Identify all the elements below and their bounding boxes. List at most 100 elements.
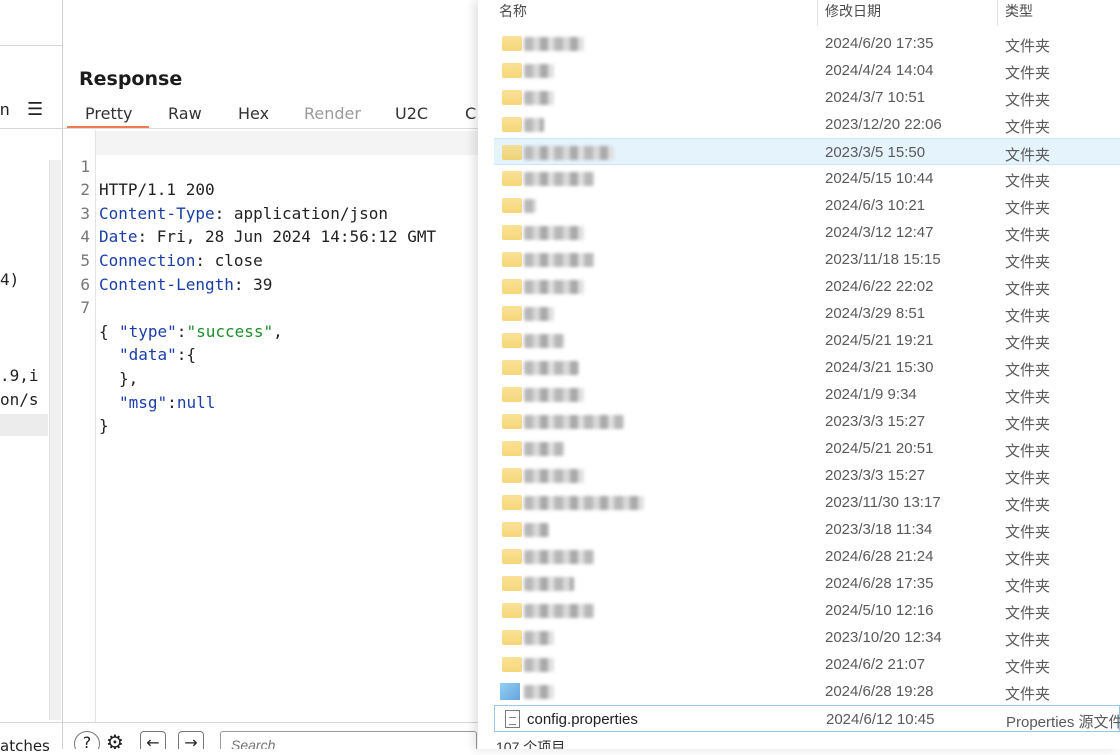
modified-date: 2024/6/12 10:45	[826, 711, 935, 728]
file-type: 文件夹	[1005, 227, 1051, 244]
folder-icon	[502, 171, 522, 186]
folder-row[interactable]: 2024/5/21 20:51 文件夹	[494, 435, 1120, 462]
help-button[interactable]: ?	[74, 731, 100, 749]
divider	[0, 128, 62, 129]
divider	[63, 722, 478, 723]
folder-row[interactable]: 2023/3/3 15:27 文件夹	[494, 462, 1120, 489]
back-button[interactable]: ←	[140, 731, 166, 749]
folder-icon	[502, 414, 522, 429]
modified-date: 2024/1/9 9:34	[825, 386, 917, 403]
code-line: }	[63, 391, 478, 435]
column-header-date[interactable]: 修改日期	[825, 0, 881, 26]
request-text-fragment: on/s	[0, 390, 39, 409]
file-explorer: 名称 修改日期 类型 2024/6/20 17:35 文件夹 2024/4/24 1…	[478, 0, 1120, 749]
tab-c[interactable]: C	[465, 104, 476, 123]
folder-row[interactable]: 2023/11/18 15:15 文件夹	[494, 246, 1120, 273]
file-type: 文件夹	[1005, 416, 1051, 433]
folder-row[interactable]: 2024/6/2 21:07 文件夹	[494, 651, 1120, 678]
folder-row[interactable]: 2024/1/9 9:34 文件夹	[494, 381, 1120, 408]
folder-row[interactable]: 2024/6/28 19:28 文件夹	[494, 678, 1120, 705]
modified-date: 2023/3/3 15:27	[825, 413, 926, 430]
file-type: 文件夹	[1005, 443, 1051, 460]
code-line: 4 Connection: close	[63, 202, 478, 270]
tab-raw[interactable]: Raw	[168, 104, 202, 123]
folder-row[interactable]: 2024/3/12 12:47 文件夹	[494, 219, 1120, 246]
tab-u2c[interactable]: U2C	[395, 104, 428, 123]
response-title: Response	[79, 68, 183, 90]
code-line: 3 Date: Fri, 28 Jun 2024 14:56:12 GMT	[63, 178, 478, 247]
folder-row[interactable]: 2024/6/20 17:35 文件夹	[494, 30, 1120, 57]
folder-icon	[502, 549, 522, 564]
folder-row[interactable]: 2024/6/3 10:21 文件夹	[494, 192, 1120, 219]
redacted-name	[524, 523, 549, 537]
folder-row[interactable]: 2024/6/22 22:02 文件夹	[494, 273, 1120, 300]
modified-date: 2024/5/21 19:21	[825, 332, 934, 349]
modified-date: 2024/5/21 20:51	[825, 440, 934, 457]
column-separator[interactable]	[817, 0, 818, 26]
column-header-name[interactable]: 名称	[499, 0, 527, 26]
folder-icon	[502, 36, 522, 51]
folder-row[interactable]: 2023/10/20 12:34 文件夹	[494, 624, 1120, 651]
menu-icon[interactable]: ☰	[27, 99, 43, 120]
folder-icon	[502, 279, 522, 294]
file-type: 文件夹	[1005, 173, 1051, 190]
gear-icon[interactable]: ⚙	[103, 731, 127, 749]
redacted-name	[524, 658, 554, 672]
folder-icon	[502, 387, 522, 402]
search-input[interactable]	[229, 736, 473, 749]
folder-row[interactable]: 2024/3/7 10:51 文件夹	[494, 84, 1120, 111]
redacted-name	[524, 172, 594, 186]
file-list: 2024/6/20 17:35 文件夹 2024/4/24 14:04 文件夹 2024…	[494, 30, 1120, 732]
tab-render[interactable]: Render	[304, 104, 361, 123]
file-type: 文件夹	[1005, 281, 1051, 298]
response-body[interactable]: 1 HTTP/1.1 200 2 Content-Type: applicati…	[63, 131, 478, 436]
column-header-type[interactable]: 类型	[1005, 0, 1033, 26]
image-folder-icon	[500, 683, 520, 700]
forward-button[interactable]: →	[178, 731, 204, 749]
redacted-name	[524, 577, 574, 591]
divider	[0, 45, 62, 46]
folder-row[interactable]: 2024/6/28 17:35 文件夹	[494, 570, 1120, 597]
tab-pretty[interactable]: Pretty	[85, 104, 132, 123]
code-line: "msg":null	[119, 392, 216, 412]
tab-hex[interactable]: Hex	[238, 104, 269, 123]
divider	[63, 128, 478, 129]
modified-date: 2023/12/20 22:06	[825, 116, 942, 133]
folder-row[interactable]: 2023/11/30 13:17 文件夹	[494, 489, 1120, 516]
code-line: 5 Content-Length: 39	[63, 225, 478, 294]
modified-date: 2023/3/18 11:34	[825, 521, 933, 538]
folder-icon	[502, 117, 522, 132]
redacted-name	[524, 631, 554, 645]
request-tab-fragment[interactable]: n	[0, 100, 9, 120]
folder-row[interactable]: 2024/5/15 10:44 文件夹	[494, 165, 1120, 192]
file-type: 文件夹	[1005, 605, 1051, 622]
code-line: 7 {	[63, 273, 478, 341]
modified-date: 2024/6/2 21:07	[825, 656, 926, 673]
document-icon	[505, 710, 520, 728]
file-name: config.properties	[527, 711, 638, 728]
folder-row[interactable]: 2024/6/28 21:24 文件夹	[494, 543, 1120, 570]
folder-row[interactable]: 2023/3/3 15:27 文件夹	[494, 408, 1120, 435]
code-line: "type":"success",	[119, 321, 283, 341]
folder-icon	[502, 225, 522, 240]
folder-row[interactable]: 2023/3/18 11:34 文件夹	[494, 516, 1120, 543]
modified-date: 2024/5/15 10:44	[825, 170, 934, 187]
folder-icon	[502, 252, 522, 267]
column-separator[interactable]	[997, 0, 998, 26]
folder-row[interactable]: 2023/3/5 15:50 文件夹	[494, 138, 1120, 165]
folder-row[interactable]: 2024/4/24 14:04 文件夹	[494, 57, 1120, 84]
code-line: },	[63, 343, 478, 388]
redacted-name	[524, 388, 584, 402]
folder-row[interactable]: 2023/12/20 22:06 文件夹	[494, 111, 1120, 138]
code-line: 2 Content-Type: application/json	[63, 155, 478, 223]
modified-date: 2024/3/12 12:47	[825, 224, 934, 241]
folder-row[interactable]: 2024/3/21 15:30 文件夹	[494, 354, 1120, 381]
folder-icon	[502, 333, 522, 348]
redacted-name	[524, 199, 536, 213]
vertical-scrollbar[interactable]	[49, 160, 61, 720]
folder-row[interactable]: 2024/5/10 12:16 文件夹	[494, 597, 1120, 624]
folder-icon	[502, 576, 522, 591]
file-row[interactable]: config.properties 2024/6/12 10:45 Properti…	[494, 705, 1120, 732]
folder-row[interactable]: 2024/3/29 8:51 文件夹	[494, 300, 1120, 327]
folder-row[interactable]: 2024/5/21 19:21 文件夹	[494, 327, 1120, 354]
